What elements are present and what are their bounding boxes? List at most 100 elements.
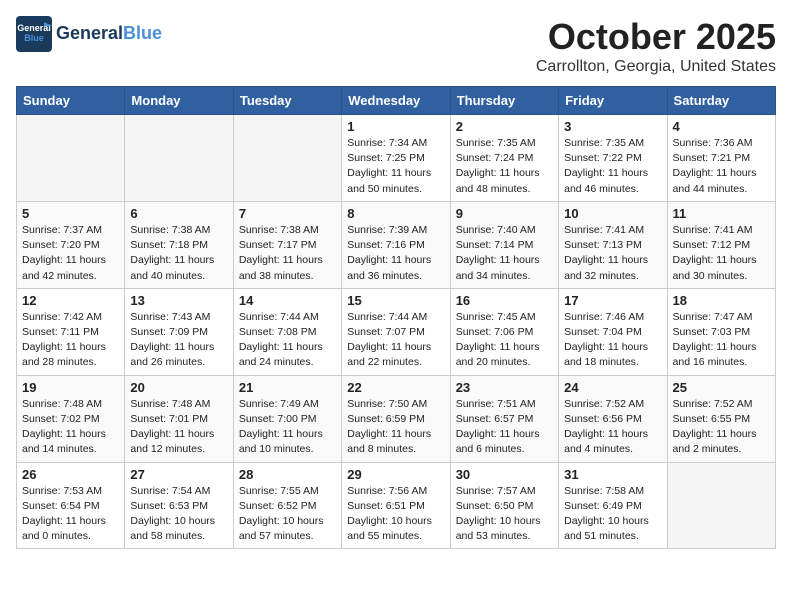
day-number: 8	[347, 206, 444, 221]
day-number: 2	[456, 119, 553, 134]
day-number: 20	[130, 380, 227, 395]
logo-line1: GeneralBlue	[56, 24, 162, 44]
day-info: Sunrise: 7:35 AMSunset: 7:22 PMDaylight:…	[564, 136, 661, 197]
weekday-header: Wednesday	[342, 87, 450, 115]
day-number: 25	[673, 380, 770, 395]
day-info: Sunrise: 7:48 AMSunset: 7:02 PMDaylight:…	[22, 397, 119, 458]
day-info: Sunrise: 7:38 AMSunset: 7:18 PMDaylight:…	[130, 223, 227, 284]
calendar-cell: 11 Sunrise: 7:41 AMSunset: 7:12 PMDayligh…	[667, 201, 775, 288]
day-info: Sunrise: 7:42 AMSunset: 7:11 PMDaylight:…	[22, 310, 119, 371]
calendar-cell: 17Sunrise: 7:46 AMSunset: 7:04 PMDayligh…	[559, 288, 667, 375]
calendar-cell: 8 Sunrise: 7:39 AMSunset: 7:16 PMDaylight…	[342, 201, 450, 288]
day-number: 14	[239, 293, 336, 308]
calendar-cell	[125, 115, 233, 202]
day-info: Sunrise: 7:41 AMSunset: 7:13 PMDaylight:…	[564, 223, 661, 284]
day-number: 26	[22, 467, 119, 482]
day-info: Sunrise: 7:36 AMSunset: 7:21 PMDaylight:…	[673, 136, 770, 197]
header: General Blue GeneralBlue October 2025 Ca…	[16, 16, 776, 76]
day-number: 13	[130, 293, 227, 308]
day-number: 23	[456, 380, 553, 395]
weekday-header: Saturday	[667, 87, 775, 115]
calendar-cell: 20 Sunrise: 7:48 AMSunset: 7:01 PMDayligh…	[125, 375, 233, 462]
calendar-cell	[667, 462, 775, 549]
calendar-cell: 9 Sunrise: 7:40 AMSunset: 7:14 PMDaylight…	[450, 201, 558, 288]
calendar-cell: 6 Sunrise: 7:38 AMSunset: 7:18 PMDaylight…	[125, 201, 233, 288]
day-info: Sunrise: 7:51 AMSunset: 6:57 PMDaylight:…	[456, 397, 553, 458]
day-info: Sunrise: 7:37 AMSunset: 7:20 PMDaylight:…	[22, 223, 119, 284]
calendar-cell: 1Sunrise: 7:34 AMSunset: 7:25 PMDaylight…	[342, 115, 450, 202]
calendar-cell: 31 Sunrise: 7:58 AMSunset: 6:49 PMDayligh…	[559, 462, 667, 549]
day-number: 21	[239, 380, 336, 395]
day-number: 27	[130, 467, 227, 482]
day-number: 19	[22, 380, 119, 395]
weekday-header: Monday	[125, 87, 233, 115]
day-info: Sunrise: 7:54 AMSunset: 6:53 PMDaylight:…	[130, 484, 227, 545]
calendar-cell: 18Sunrise: 7:47 AMSunset: 7:03 PMDayligh…	[667, 288, 775, 375]
calendar-cell: 3 Sunrise: 7:35 AMSunset: 7:22 PMDaylight…	[559, 115, 667, 202]
day-number: 22	[347, 380, 444, 395]
logo: General Blue GeneralBlue	[16, 16, 162, 52]
day-info: Sunrise: 7:49 AMSunset: 7:00 PMDaylight:…	[239, 397, 336, 458]
calendar-week-row: 5 Sunrise: 7:37 AMSunset: 7:20 PMDaylight…	[17, 201, 776, 288]
day-info: Sunrise: 7:56 AMSunset: 6:51 PMDaylight:…	[347, 484, 444, 545]
calendar-cell: 15Sunrise: 7:44 AMSunset: 7:07 PMDayligh…	[342, 288, 450, 375]
weekday-header: Sunday	[17, 87, 125, 115]
day-number: 7	[239, 206, 336, 221]
calendar-cell	[233, 115, 341, 202]
calendar-week-row: 1Sunrise: 7:34 AMSunset: 7:25 PMDaylight…	[17, 115, 776, 202]
day-info: Sunrise: 7:58 AMSunset: 6:49 PMDaylight:…	[564, 484, 661, 545]
day-info: Sunrise: 7:55 AMSunset: 6:52 PMDaylight:…	[239, 484, 336, 545]
calendar-cell	[17, 115, 125, 202]
day-number: 9	[456, 206, 553, 221]
day-info: Sunrise: 7:35 AMSunset: 7:24 PMDaylight:…	[456, 136, 553, 197]
calendar-table: SundayMondayTuesdayWednesdayThursdayFrid…	[16, 86, 776, 549]
day-number: 28	[239, 467, 336, 482]
calendar-cell: 14 Sunrise: 7:44 AMSunset: 7:08 PMDayligh…	[233, 288, 341, 375]
weekday-header: Friday	[559, 87, 667, 115]
calendar-cell: 19 Sunrise: 7:48 AMSunset: 7:02 PMDayligh…	[17, 375, 125, 462]
svg-text:Blue: Blue	[24, 33, 44, 43]
day-info: Sunrise: 7:44 AMSunset: 7:08 PMDaylight:…	[239, 310, 336, 371]
day-number: 12	[22, 293, 119, 308]
day-info: Sunrise: 7:41 AMSunset: 7:12 PMDaylight:…	[673, 223, 770, 284]
day-number: 31	[564, 467, 661, 482]
calendar-cell: 30Sunrise: 7:57 AMSunset: 6:50 PMDayligh…	[450, 462, 558, 549]
day-number: 1	[347, 119, 444, 134]
calendar-header-row: SundayMondayTuesdayWednesdayThursdayFrid…	[17, 87, 776, 115]
calendar-cell: 24 Sunrise: 7:52 AMSunset: 6:56 PMDayligh…	[559, 375, 667, 462]
day-number: 5	[22, 206, 119, 221]
day-info: Sunrise: 7:52 AMSunset: 6:56 PMDaylight:…	[564, 397, 661, 458]
day-number: 6	[130, 206, 227, 221]
location-title: Carrollton, Georgia, United States	[536, 58, 776, 76]
calendar-cell: 10Sunrise: 7:41 AMSunset: 7:13 PMDayligh…	[559, 201, 667, 288]
calendar-week-row: 12 Sunrise: 7:42 AMSunset: 7:11 PMDayligh…	[17, 288, 776, 375]
calendar-cell: 28 Sunrise: 7:55 AMSunset: 6:52 PMDayligh…	[233, 462, 341, 549]
day-info: Sunrise: 7:57 AMSunset: 6:50 PMDaylight:…	[456, 484, 553, 545]
day-info: Sunrise: 7:39 AMSunset: 7:16 PMDaylight:…	[347, 223, 444, 284]
calendar-cell: 2 Sunrise: 7:35 AMSunset: 7:24 PMDaylight…	[450, 115, 558, 202]
weekday-header: Tuesday	[233, 87, 341, 115]
day-info: Sunrise: 7:43 AMSunset: 7:09 PMDaylight:…	[130, 310, 227, 371]
day-info: Sunrise: 7:40 AMSunset: 7:14 PMDaylight:…	[456, 223, 553, 284]
day-info: Sunrise: 7:46 AMSunset: 7:04 PMDaylight:…	[564, 310, 661, 371]
day-info: Sunrise: 7:52 AMSunset: 6:55 PMDaylight:…	[673, 397, 770, 458]
day-info: Sunrise: 7:48 AMSunset: 7:01 PMDaylight:…	[130, 397, 227, 458]
day-info: Sunrise: 7:38 AMSunset: 7:17 PMDaylight:…	[239, 223, 336, 284]
calendar-cell: 23 Sunrise: 7:51 AMSunset: 6:57 PMDayligh…	[450, 375, 558, 462]
calendar-cell: 22 Sunrise: 7:50 AMSunset: 6:59 PMDayligh…	[342, 375, 450, 462]
day-number: 3	[564, 119, 661, 134]
calendar-week-row: 26Sunrise: 7:53 AMSunset: 6:54 PMDayligh…	[17, 462, 776, 549]
day-number: 4	[673, 119, 770, 134]
calendar-cell: 16Sunrise: 7:45 AMSunset: 7:06 PMDayligh…	[450, 288, 558, 375]
day-info: Sunrise: 7:50 AMSunset: 6:59 PMDaylight:…	[347, 397, 444, 458]
calendar-cell: 5 Sunrise: 7:37 AMSunset: 7:20 PMDaylight…	[17, 201, 125, 288]
day-info: Sunrise: 7:44 AMSunset: 7:07 PMDaylight:…	[347, 310, 444, 371]
month-title: October 2025	[536, 16, 776, 58]
calendar-cell: 29Sunrise: 7:56 AMSunset: 6:51 PMDayligh…	[342, 462, 450, 549]
day-number: 24	[564, 380, 661, 395]
calendar-cell: 26Sunrise: 7:53 AMSunset: 6:54 PMDayligh…	[17, 462, 125, 549]
calendar-cell: 25 Sunrise: 7:52 AMSunset: 6:55 PMDayligh…	[667, 375, 775, 462]
logo-icon: General Blue	[16, 16, 52, 52]
day-number: 11	[673, 206, 770, 221]
day-info: Sunrise: 7:47 AMSunset: 7:03 PMDaylight:…	[673, 310, 770, 371]
